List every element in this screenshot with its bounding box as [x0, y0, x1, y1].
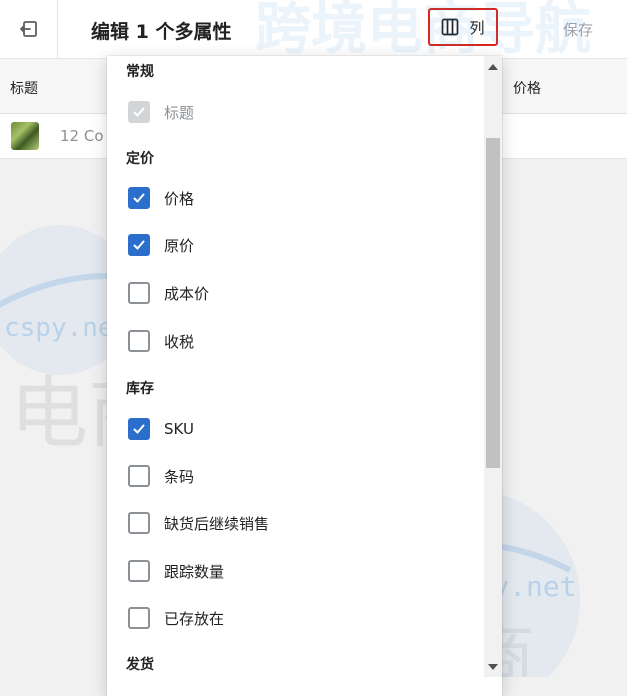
check-icon — [133, 107, 145, 117]
check-icon — [133, 193, 145, 203]
group-label-shipping: 发货 — [126, 657, 154, 673]
option-label[interactable]: 条码 — [164, 466, 194, 487]
option-label[interactable]: 已存放在 — [164, 608, 224, 629]
columns-button-label: 列 — [469, 18, 485, 37]
option-tax[interactable]: 收税 — [128, 329, 194, 353]
option-sku[interactable]: SKU — [128, 417, 194, 441]
checkbox-barcode[interactable] — [128, 465, 150, 487]
checkbox-cost[interactable] — [128, 282, 150, 304]
group-label-pricing: 定价 — [126, 151, 154, 167]
checkbox-sku[interactable] — [128, 418, 150, 440]
checkbox-price[interactable] — [128, 187, 150, 209]
option-label[interactable]: 收税 — [164, 331, 194, 352]
columns-dropdown: 常规 标题 定价 价格 原价 成本价 收税 库存 SKU 条码 缺货后继续销售 … — [107, 56, 502, 696]
product-title-cell[interactable]: 12 Co — [60, 127, 104, 145]
checkbox-track-quantity[interactable] — [128, 560, 150, 582]
top-bar: 编辑 1 个多属性 列 保存 — [0, 0, 627, 59]
scroll-down-arrow-icon[interactable] — [488, 664, 498, 670]
checkbox-title — [128, 101, 150, 123]
exit-icon — [19, 21, 37, 37]
column-header-price: 价格 — [513, 81, 541, 97]
option-label[interactable]: SKU — [164, 420, 194, 438]
checkbox-compare-price[interactable] — [128, 234, 150, 256]
option-title: 标题 — [128, 100, 194, 124]
checkbox-stocked-at[interactable] — [128, 607, 150, 629]
option-label[interactable]: 成本价 — [164, 283, 209, 304]
checkbox-continue-selling[interactable] — [128, 512, 150, 534]
checkbox-tax[interactable] — [128, 330, 150, 352]
option-cost[interactable]: 成本价 — [128, 281, 209, 305]
option-label[interactable]: 价格 — [164, 188, 194, 209]
option-track-quantity[interactable]: 跟踪数量 — [128, 559, 224, 583]
dropdown-scrollbar[interactable] — [484, 56, 502, 677]
column-header-title: 标题 — [10, 81, 38, 97]
back-button[interactable] — [0, 0, 58, 58]
check-icon — [133, 424, 145, 434]
option-label: 标题 — [164, 103, 195, 122]
save-button[interactable]: 保存 — [540, 10, 616, 48]
option-label[interactable]: 缺货后继续销售 — [164, 513, 269, 534]
option-continue-selling[interactable]: 缺货后继续销售 — [128, 511, 269, 535]
product-thumbnail — [11, 122, 39, 150]
option-label[interactable]: 跟踪数量 — [164, 561, 224, 582]
scrollbar-thumb[interactable] — [486, 138, 500, 468]
columns-icon — [442, 18, 459, 36]
check-icon — [133, 240, 145, 250]
option-price[interactable]: 价格 — [128, 186, 194, 210]
group-label-inventory: 库存 — [126, 381, 154, 397]
option-label[interactable]: 原价 — [164, 235, 194, 256]
option-compare-price[interactable]: 原价 — [128, 233, 194, 257]
scroll-up-arrow-icon[interactable] — [488, 64, 498, 70]
option-barcode[interactable]: 条码 — [128, 464, 194, 488]
columns-button[interactable]: 列 — [428, 8, 498, 46]
option-stocked-at[interactable]: 已存放在 — [128, 606, 224, 630]
group-label-general: 常规 — [126, 64, 154, 80]
page-title: 编辑 1 个多属性 — [91, 21, 232, 43]
